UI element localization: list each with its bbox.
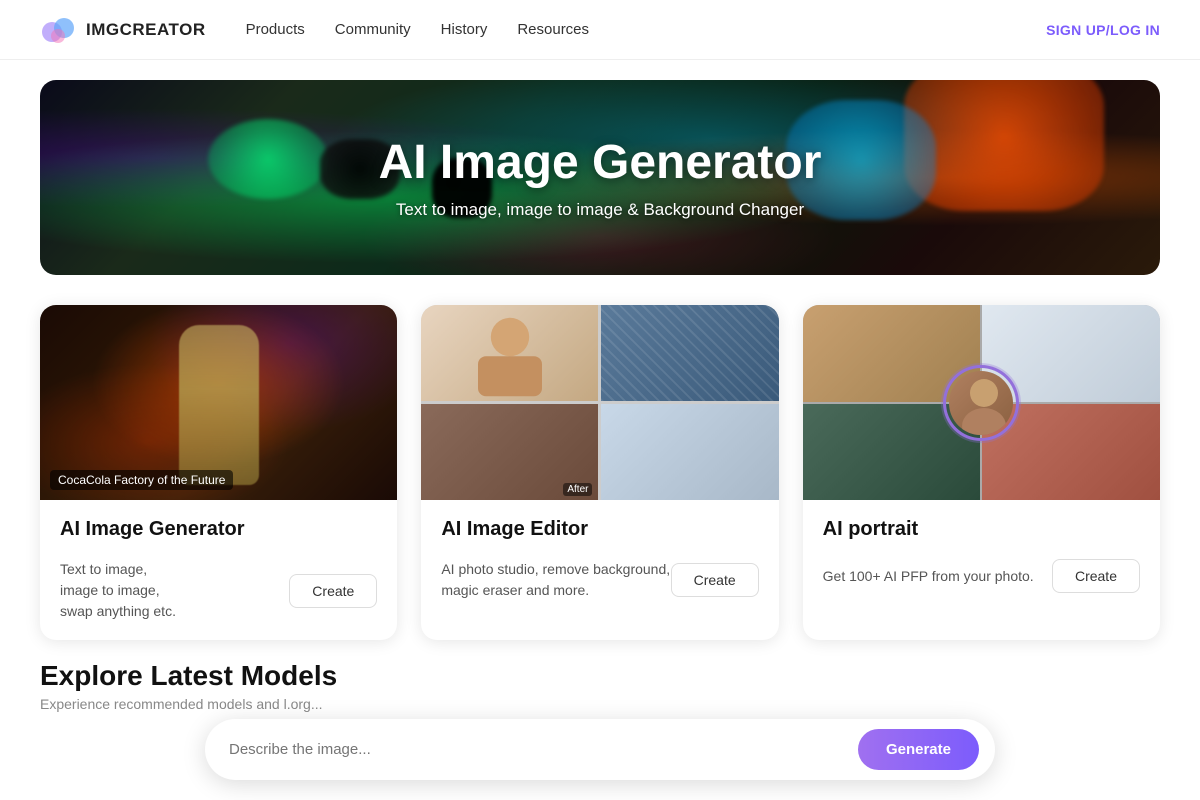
card1-body: AI Image Generator Text to image, image … bbox=[40, 500, 397, 640]
card3-row: Get 100+ AI PFP from your photo. Create bbox=[823, 559, 1140, 593]
card-ai-image-editor: AI Image Editor AI photo studio, remove … bbox=[421, 305, 778, 640]
nav-products[interactable]: Products bbox=[246, 21, 305, 38]
card1-title: AI Image Generator bbox=[60, 518, 377, 541]
card2-title: AI Image Editor bbox=[441, 518, 758, 541]
card2-image bbox=[421, 305, 778, 500]
card2-image-wrap bbox=[421, 305, 778, 500]
hero-content: AI Image Generator Text to image, image … bbox=[379, 135, 822, 220]
card1-image: CocaCola Factory of the Future bbox=[40, 305, 397, 500]
card3-title: AI portrait bbox=[823, 518, 1140, 541]
card3-avatar bbox=[946, 368, 1016, 438]
cards-section: CocaCola Factory of the Future AI Image … bbox=[40, 305, 1160, 640]
hero-subtitle: Text to image, image to image & Backgrou… bbox=[379, 200, 822, 220]
generate-button[interactable]: Generate bbox=[858, 729, 979, 770]
nav-history[interactable]: History bbox=[441, 21, 488, 38]
nav-community[interactable]: Community bbox=[335, 21, 411, 38]
explore-section: Explore Latest Models Experience recomme… bbox=[40, 660, 1160, 712]
auth-button[interactable]: SIGN UP/LOG IN bbox=[1046, 22, 1160, 38]
prompt-input[interactable] bbox=[229, 741, 846, 758]
card3-body: AI portrait Get 100+ AI PFP from your ph… bbox=[803, 500, 1160, 640]
hero-blob-1 bbox=[208, 119, 328, 199]
card2-row: AI photo studio, remove background, magi… bbox=[441, 559, 758, 601]
card1-image-wrap: CocaCola Factory of the Future bbox=[40, 305, 397, 500]
card1-desc: Text to image, image to image, swap anyt… bbox=[60, 559, 289, 622]
explore-subtitle: Experience recommended models and l.org.… bbox=[40, 696, 1160, 712]
card2-desc: AI photo studio, remove background, magi… bbox=[441, 559, 670, 601]
card3-create-button[interactable]: Create bbox=[1052, 559, 1140, 593]
logo-link[interactable]: IMGCREATOR bbox=[40, 12, 206, 48]
card3-image-wrap bbox=[803, 305, 1160, 500]
navbar: IMGCREATOR Products Community History Re… bbox=[0, 0, 1200, 60]
nav-links: Products Community History Resources bbox=[246, 21, 1047, 38]
card1-image-label: CocaCola Factory of the Future bbox=[50, 470, 233, 490]
card2-cell-2 bbox=[601, 305, 778, 401]
card2-cell-3 bbox=[421, 404, 598, 500]
logo-icon bbox=[40, 12, 76, 48]
prompt-bar: Generate bbox=[205, 719, 995, 780]
hero-title: AI Image Generator bbox=[379, 135, 822, 190]
card-ai-portrait: AI portrait Get 100+ AI PFP from your ph… bbox=[803, 305, 1160, 640]
hero-banner: AI Image Generator Text to image, image … bbox=[40, 80, 1160, 275]
card2-create-button[interactable]: Create bbox=[671, 563, 759, 597]
card-ai-image-generator: CocaCola Factory of the Future AI Image … bbox=[40, 305, 397, 640]
logo-text: IMGCREATOR bbox=[86, 20, 206, 40]
card1-bottle-shape bbox=[179, 325, 259, 485]
nav-resources[interactable]: Resources bbox=[517, 21, 589, 38]
card3-image bbox=[803, 305, 1160, 500]
card3-desc: Get 100+ AI PFP from your photo. bbox=[823, 566, 1052, 587]
card1-row: Text to image, image to image, swap anyt… bbox=[60, 559, 377, 622]
card1-create-button[interactable]: Create bbox=[289, 574, 377, 608]
card2-cell-1 bbox=[421, 305, 598, 401]
card2-cell-4 bbox=[601, 404, 778, 500]
explore-title: Explore Latest Models bbox=[40, 660, 1160, 692]
card2-body: AI Image Editor AI photo studio, remove … bbox=[421, 500, 778, 640]
